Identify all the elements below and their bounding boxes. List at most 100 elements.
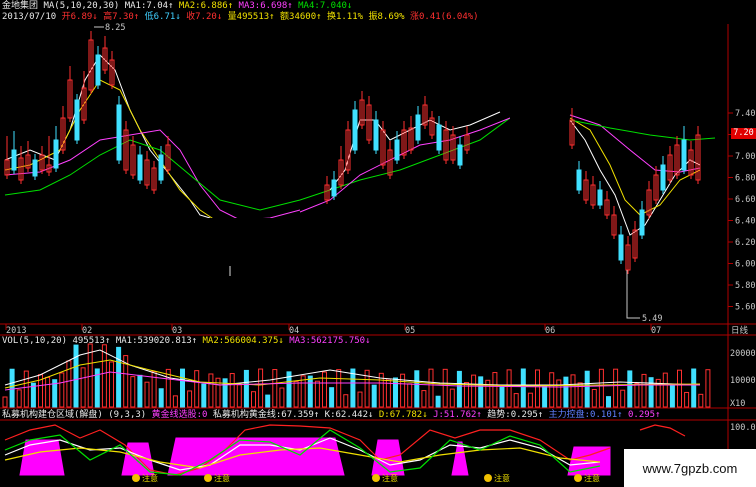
volume-bar [606, 396, 611, 408]
volume-bar [520, 368, 526, 408]
indicator-mark-dot [132, 474, 140, 482]
price-tick-label: 6.60 [735, 195, 755, 205]
price-tick-label: 5.60 [735, 303, 755, 313]
time-tick-label: 2013 [6, 326, 26, 336]
price-tick-label: 6.00 [735, 260, 755, 270]
time-tick-label: 02 [82, 326, 92, 336]
volume-bar [73, 344, 79, 408]
volume-bar [499, 386, 505, 408]
volume-bar [449, 388, 455, 408]
time-tick-label: 04 [289, 326, 299, 336]
indicator-right-line [639, 424, 686, 437]
volume-bar [442, 368, 448, 408]
indicator-header: 私募机构建仓区域(解盘) (9,3,3) 黄金线选股:0 私募机构黄金线:67.… [2, 410, 661, 421]
candle-body [415, 114, 421, 141]
volume-bar [80, 367, 86, 408]
volume-bar [314, 380, 320, 408]
candle-body [618, 234, 624, 261]
candle-body [11, 149, 17, 171]
volume-bar [591, 388, 597, 408]
candle-body [660, 164, 666, 191]
volume-bar [641, 373, 647, 408]
candle-body [576, 169, 582, 191]
price-tick-label: 6.40 [735, 217, 755, 227]
candle-body [137, 154, 143, 181]
vol-label: VOL(5,10,20) [2, 336, 68, 346]
indicator-mark-dot [204, 474, 212, 482]
volume-bar [648, 377, 654, 408]
indicator-mark-label: 注意 [584, 473, 600, 483]
volume-bar [23, 370, 29, 408]
volume-bar [322, 371, 327, 408]
volume-bar [371, 384, 377, 408]
volume-bar [109, 361, 114, 408]
volume-bar [563, 376, 569, 408]
volume-bar [172, 395, 178, 408]
volume-bar [144, 381, 150, 408]
indicator-mark-label: 注意 [214, 473, 230, 483]
time-tick-label: 06 [545, 326, 555, 336]
volume-bar [130, 376, 136, 408]
ma4-line-3 [569, 119, 716, 141]
time-tick-label: 05 [405, 326, 415, 336]
ind-axis-100: 100.00 [730, 423, 756, 433]
volume-bar [570, 374, 576, 408]
volume-bar [194, 370, 200, 408]
candle-body [32, 159, 38, 177]
price-tick-label: 6.20 [735, 238, 755, 248]
time-tick-label: 07 [651, 326, 661, 336]
volume-bar [307, 375, 313, 408]
volume-bar [9, 368, 15, 408]
volume-bar [492, 372, 498, 408]
indicator-k: K:62.442↓ [324, 410, 374, 420]
volume-bar [329, 387, 335, 408]
candle-body [158, 154, 164, 181]
candle-body [597, 189, 603, 206]
volume-bar [272, 369, 278, 408]
volume-bar [435, 395, 441, 408]
indicator-params: (9,3,3) [108, 410, 147, 420]
volume-bar [343, 394, 349, 408]
volume-bar [620, 389, 626, 408]
indicator-name: 私募机构建仓区域(解盘) [2, 410, 103, 420]
volume-bars [2, 343, 711, 408]
volume-bar [336, 369, 342, 408]
volume-bar [584, 370, 590, 408]
volume-bar [677, 369, 682, 408]
volume-bar [556, 379, 562, 408]
candle-body [436, 124, 442, 151]
vol-axis-100000: 100000 [730, 376, 756, 386]
candle-body [457, 144, 463, 166]
vol-ma1: MA1:539020.813↑ [115, 336, 198, 346]
indicator-extra: 主力控盘:0.101↑ [548, 410, 623, 420]
volume-bar [258, 368, 264, 408]
volume-bar [634, 382, 640, 408]
price-tick-label: 7.00 [735, 152, 755, 162]
volume-bar [116, 346, 122, 408]
indicator-mark-dot [574, 474, 582, 482]
time-tick-label: 03 [172, 326, 182, 336]
volume-bar [471, 374, 477, 408]
price-tick-label: 7.40 [735, 109, 755, 119]
volume-bar [229, 373, 235, 408]
volume-bar [265, 394, 271, 408]
volume-bar [87, 343, 93, 408]
candle-body [352, 109, 358, 151]
volume-bar [407, 383, 413, 408]
indicator-trend: 趋势:0.295↑ [487, 410, 544, 420]
volume-bar [527, 392, 533, 408]
indicator-d: D:67.782↓ [378, 410, 428, 420]
candle-body [95, 54, 101, 86]
candle-body [394, 139, 400, 161]
volume-bar [2, 396, 8, 408]
volume-bar [478, 376, 484, 408]
vol-value: 495513↑ [72, 336, 111, 346]
candle-body [331, 179, 337, 197]
chart-gap-area [143, 218, 563, 322]
current-price-tag: 7.20 [731, 128, 756, 139]
volume-bar [414, 370, 420, 408]
ma1-line-3 [569, 119, 701, 236]
volume-bar [428, 368, 434, 408]
volume-bar [158, 388, 164, 408]
volume-bar [705, 369, 711, 408]
